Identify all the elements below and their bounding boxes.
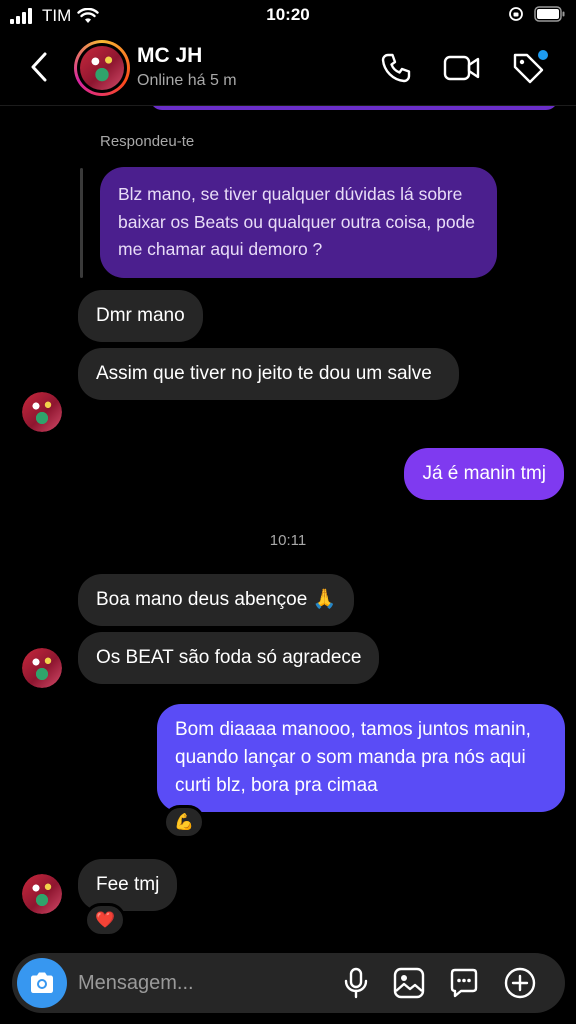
quoted-message[interactable]: Blz mano, se tiver qualquer dúvidas lá s…	[100, 167, 497, 278]
contact-status: Online há 5 m	[137, 72, 237, 89]
reaction-badge[interactable]: 💪	[163, 805, 205, 839]
reaction-badge[interactable]: ❤️	[84, 903, 126, 937]
video-icon	[443, 55, 480, 81]
sticker-button[interactable]	[446, 965, 482, 1001]
contact-avatar[interactable]	[22, 392, 62, 432]
message-input[interactable]	[78, 968, 328, 998]
phone-icon	[381, 53, 411, 83]
gallery-icon	[393, 967, 425, 999]
chat-header: MC JH Online há 5 m	[0, 32, 576, 106]
back-icon	[31, 52, 47, 82]
message-bubble-incoming[interactable]: Assim que tiver no jeito te dou um salve	[78, 348, 459, 400]
add-icon	[504, 967, 536, 999]
label-button[interactable]	[508, 48, 548, 88]
back-button[interactable]	[22, 50, 56, 84]
contact-avatar[interactable]	[22, 648, 62, 688]
voice-message-button[interactable]	[338, 965, 374, 1001]
add-button[interactable]	[502, 965, 538, 1001]
avatar-image	[22, 648, 62, 688]
microphone-icon	[344, 967, 368, 999]
contact-avatar-story-ring[interactable]	[74, 40, 130, 96]
message-thread[interactable]: Respondeu-te Blz mano, se tiver qualquer…	[0, 0, 576, 1024]
sticker-icon	[450, 968, 478, 998]
message-bubble-incoming[interactable]: Os BEAT são foda só agradece	[78, 632, 380, 684]
message-bubble-incoming[interactable]: Fee tmj	[78, 859, 178, 911]
message-composer	[12, 953, 565, 1013]
gallery-button[interactable]	[391, 965, 427, 1001]
camera-icon	[31, 972, 53, 993]
replied-label: Respondeu-te	[100, 133, 195, 150]
reply-indicator-bar	[80, 168, 83, 278]
message-bubble-incoming[interactable]: Boa mano deus abençoe 🙏	[78, 574, 355, 626]
camera-button[interactable]	[17, 958, 67, 1008]
contact-avatar[interactable]	[22, 874, 62, 914]
notification-dot	[538, 50, 548, 60]
message-bubble-outgoing[interactable]: Bom diaaaa manooo, tamos juntos manin, q…	[157, 704, 565, 812]
avatar-image	[22, 392, 62, 432]
video-call-button[interactable]	[442, 48, 482, 88]
avatar-image	[80, 46, 124, 90]
avatar-image	[22, 874, 62, 914]
message-bubble-outgoing[interactable]: Já é manin tmj	[404, 448, 564, 500]
timestamp: 10:11	[269, 532, 307, 549]
audio-call-button[interactable]	[376, 48, 416, 88]
contact-name[interactable]: MC JH	[137, 44, 202, 68]
message-bubble-incoming[interactable]: Dmr mano	[78, 290, 203, 342]
